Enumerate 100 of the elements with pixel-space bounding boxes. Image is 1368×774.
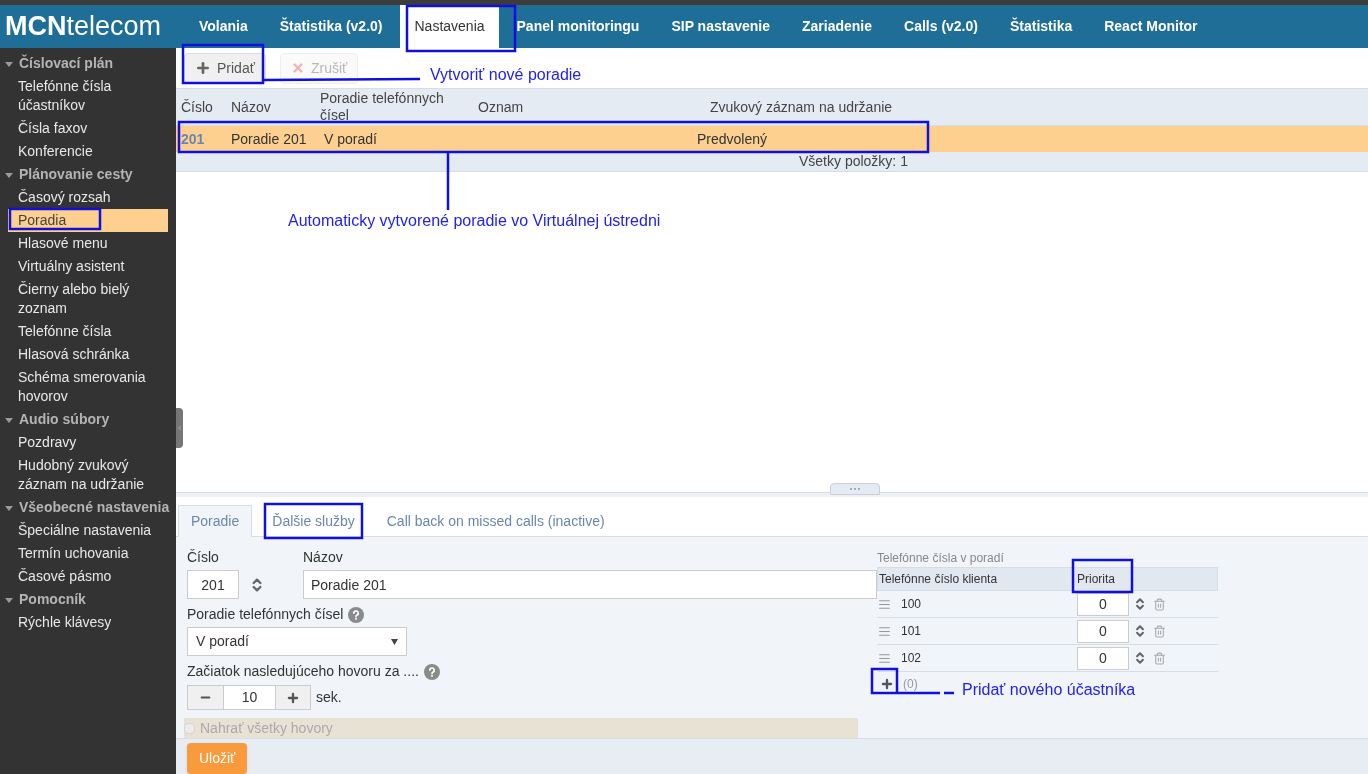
member-number: 100 — [901, 596, 923, 613]
drag-handle-icon[interactable] — [878, 597, 891, 611]
sidebar-item[interactable]: Hlasová schránka — [0, 343, 176, 366]
table-row[interactable]: 201 Poradie 201 V poradí Predvolený — [176, 126, 1368, 152]
spinner-icon[interactable] — [1133, 651, 1147, 665]
sidebar-item[interactable]: Čierny alebo bielý zoznam — [0, 278, 176, 320]
column-header[interactable]: Priorita — [1077, 570, 1115, 588]
caret-icon[interactable] — [5, 503, 13, 512]
sidebar-group-header[interactable]: Číslovací plán — [0, 52, 176, 75]
sidebar-item[interactable]: Rýchle klávesy — [0, 611, 176, 634]
sidebar-item[interactable]: Časové pásmo — [0, 565, 176, 588]
column-header[interactable]: Poradie telefónnych čísel — [320, 90, 466, 124]
increment-button[interactable] — [275, 685, 311, 710]
sidebar-item[interactable]: Telefónne čísla účastníkov — [0, 75, 176, 117]
sidebar-item[interactable]: Termín uchovania — [0, 542, 176, 565]
member-number: 101 — [901, 623, 923, 640]
help-icon[interactable] — [423, 663, 440, 680]
sidebar-item[interactable]: Časový rozsah — [0, 186, 176, 209]
sidebar-item[interactable]: Konferencie — [0, 140, 176, 163]
caret-icon[interactable] — [5, 170, 13, 179]
collapse-handle[interactable] — [176, 408, 183, 448]
leader-line — [896, 691, 956, 695]
nav-tab[interactable]: Zariadenie — [788, 5, 887, 48]
sidebar-group-header[interactable]: Audio súbory — [0, 408, 176, 431]
caret-icon[interactable] — [5, 415, 13, 424]
nav-tab[interactable]: Štatistika (v2.0) — [265, 5, 397, 48]
name-field[interactable]: Poradie 201 — [303, 570, 877, 599]
table-cell: V poradí — [324, 130, 377, 147]
decrement-button[interactable] — [187, 685, 224, 710]
column-header[interactable]: Oznam — [478, 98, 698, 116]
sidebar-group-header[interactable]: Všeobecné nastavenia — [0, 496, 176, 519]
column-header[interactable]: Zvukový záznam na udržanie — [710, 98, 898, 116]
table-cell: Poradie 201 — [231, 130, 307, 147]
field-label: Začiatok nasledujúceho hovoru za .... — [187, 662, 419, 681]
spinner-icon[interactable] — [1133, 597, 1147, 611]
toolbar-button[interactable]: Pridať — [184, 52, 266, 84]
column-header[interactable]: Číslo — [181, 98, 219, 116]
section-title: Telefónne čísla v poradí — [877, 550, 1005, 567]
delete-icon[interactable] — [1153, 624, 1166, 638]
delete-icon[interactable] — [1153, 651, 1166, 665]
sidebar-item[interactable]: Virtuálny asistent — [0, 255, 176, 278]
highlight-frame — [1071, 558, 1134, 594]
sidebar-group-title: Všeobecné nastavenia — [19, 498, 170, 517]
detail-tab[interactable]: Call back on missed calls (inactive) — [374, 505, 617, 537]
detail-tab[interactable]: Poradie — [178, 505, 253, 537]
add-member-icon[interactable] — [880, 677, 894, 691]
drag-handle-icon[interactable] — [878, 651, 891, 665]
caret-icon[interactable] — [5, 59, 13, 68]
sidebar-group-header[interactable]: Pomocník — [0, 588, 176, 611]
unit-label: sek. — [316, 688, 342, 707]
delay-field[interactable]: 10 — [224, 685, 275, 710]
table-cell: 201 — [181, 130, 205, 147]
nav-tab[interactable]: React Monitor — [1090, 5, 1212, 48]
column-header[interactable]: Telefónne číslo klienta — [879, 572, 998, 586]
nav-tab[interactable]: Calls (v2.0) — [890, 5, 992, 48]
nav-tab[interactable]: Nastavenia — [400, 5, 499, 48]
priority-field[interactable]: 0 — [1077, 619, 1129, 643]
sidebar-item[interactable]: Telefónne čísla — [0, 320, 176, 343]
sidebar-item[interactable]: Pozdravy — [0, 431, 176, 454]
annotation-text: Automaticky vytvorené poradie vo Virtuálnej ústredni — [288, 212, 661, 230]
logo-text: MCNtelecom — [5, 13, 162, 40]
nav-tab[interactable]: SIP nastavenie — [657, 5, 784, 48]
sidebar-item[interactable]: Hlasové menu — [0, 232, 176, 255]
field-label: Číslo — [187, 548, 220, 567]
drag-handle-icon[interactable] — [878, 624, 891, 638]
column-header[interactable]: Názov — [231, 98, 308, 116]
delete-icon[interactable] — [1153, 597, 1166, 611]
sidebar-item[interactable]: Čísla faxov — [0, 117, 176, 140]
field-label: Poradie telefónnych čísel — [187, 605, 344, 624]
nav-tab[interactable]: Štatistika — [995, 5, 1087, 48]
annotation-text: Pridať nového účastníka — [962, 681, 1136, 699]
priority-field[interactable]: 0 — [1077, 646, 1129, 670]
sidebar-item[interactable]: Špeciálne nastavenia — [0, 519, 176, 542]
help-icon[interactable] — [348, 606, 365, 623]
caret-icon[interactable] — [5, 595, 13, 604]
splitter-handle[interactable] — [830, 483, 880, 495]
sidebar-item[interactable]: Schéma smerovania hovorov — [0, 366, 176, 408]
sidebar-group-title: Audio súbory — [19, 410, 110, 429]
nav-tab[interactable]: Panel monitoringu — [502, 5, 654, 48]
member-number: 102 — [901, 650, 923, 667]
leader-line — [446, 152, 450, 210]
detail-tab[interactable]: Ďalšie služby — [260, 505, 367, 537]
sidebar-group-header[interactable]: Plánovanie cesty — [0, 163, 176, 186]
sidebar-item[interactable]: Hudobný zvukový záznam na udržanie — [0, 454, 176, 496]
spinner-icon[interactable] — [1133, 624, 1147, 638]
number-field[interactable]: 201 — [187, 570, 239, 599]
checkbox-label: Nahrať všetky hovory — [200, 718, 333, 738]
sidebar-group-title: Číslovací plán — [19, 53, 114, 73]
highlight-frame — [870, 667, 899, 695]
dropdown-caret-icon — [391, 638, 398, 645]
nav-tab[interactable]: Volania — [185, 5, 262, 48]
member-count: (0) — [903, 676, 918, 693]
sidebar-group-title: Pomocník — [19, 590, 86, 609]
order-select[interactable]: V poradí — [187, 627, 407, 656]
item-count: Všetky položky: 1 — [799, 152, 908, 171]
priority-field[interactable]: 0 — [1077, 592, 1129, 616]
close-icon — [290, 61, 305, 75]
field-label: Názov — [303, 548, 344, 567]
select-value: V poradí — [196, 632, 249, 651]
table-cell: Predvolený — [697, 130, 768, 147]
